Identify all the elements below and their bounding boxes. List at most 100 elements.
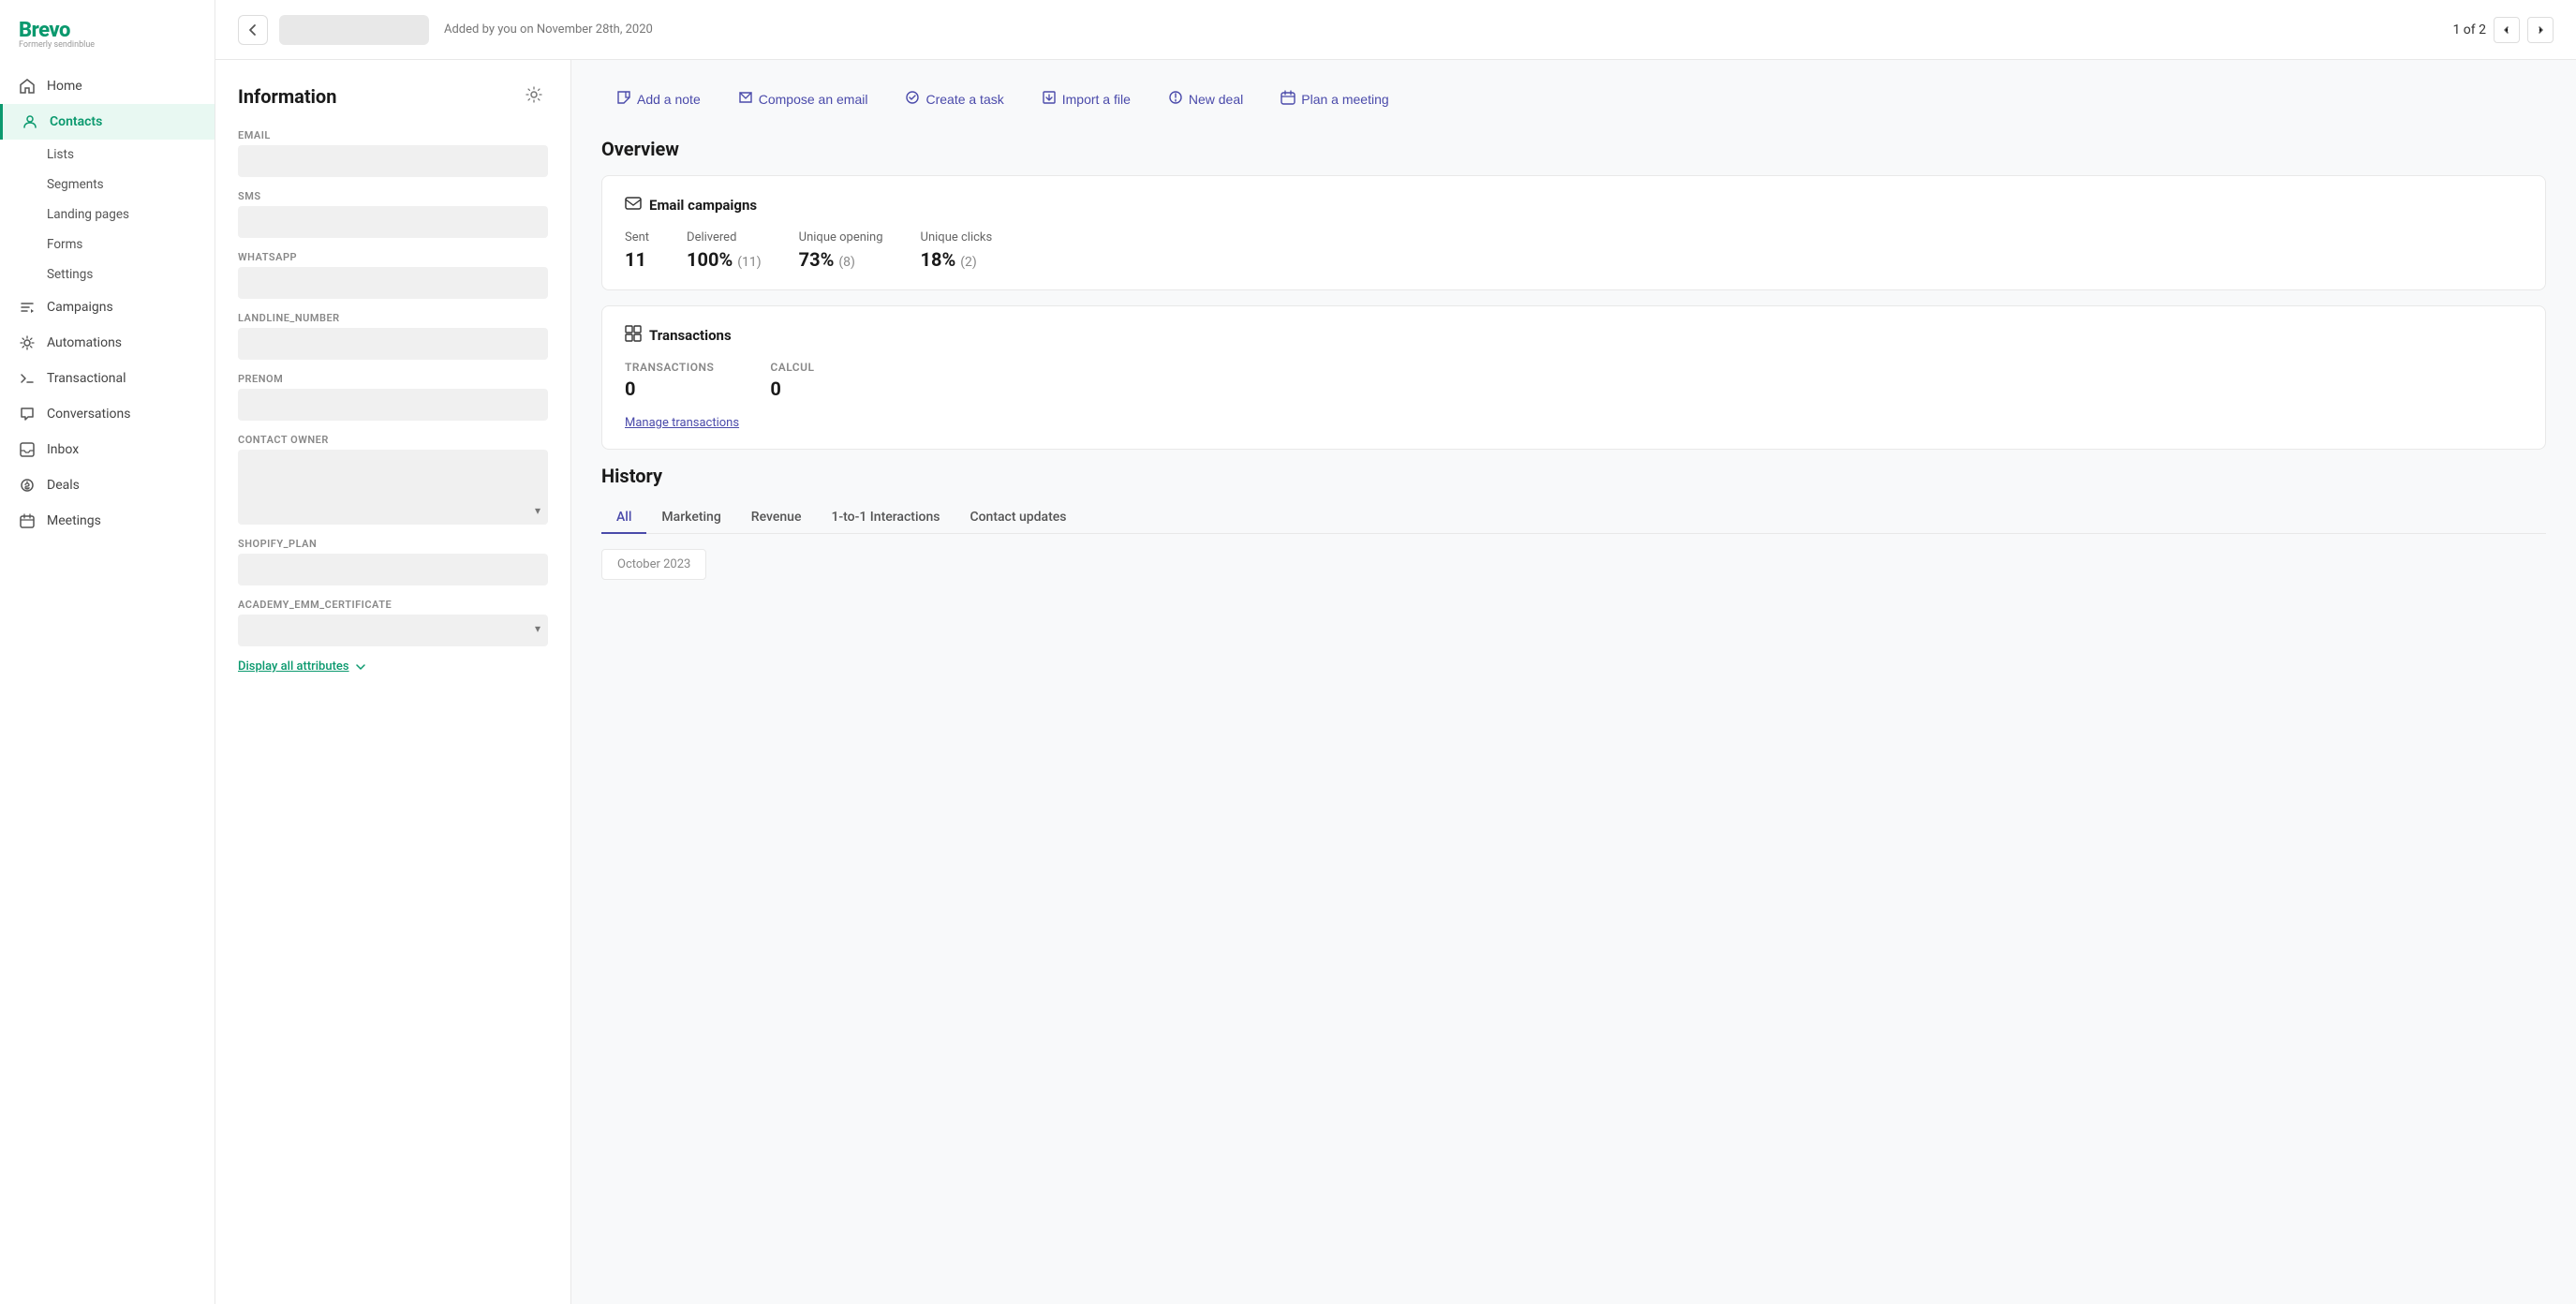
stat-unique-clicks: Unique clicks 18% (2) bbox=[921, 230, 993, 271]
field-contact-owner-label: CONTACT OWNER bbox=[238, 434, 548, 446]
sidebar-item-automations[interactable]: Automations bbox=[0, 325, 215, 361]
inbox-icon bbox=[19, 441, 36, 458]
field-academy-value[interactable] bbox=[238, 615, 548, 646]
back-button[interactable] bbox=[238, 15, 268, 45]
info-panel: Information EMAIL SMS WHATSAPP bbox=[215, 60, 571, 1304]
sidebar-nav: Home Contacts Lists Segments Landing pag… bbox=[0, 65, 215, 1304]
stat-sent-value: 11 bbox=[625, 248, 649, 271]
new-deal-button[interactable]: New deal bbox=[1153, 82, 1258, 115]
field-landline: LANDLINE_NUMBER bbox=[238, 312, 548, 360]
sidebar-item-landing-pages[interactable]: Landing pages bbox=[0, 200, 215, 230]
history-tab-interactions[interactable]: 1-to-1 Interactions bbox=[816, 502, 955, 534]
transactions-title: Transactions bbox=[649, 327, 732, 344]
transactional-icon bbox=[19, 370, 36, 387]
stat-unique-clicks-label: Unique clicks bbox=[921, 230, 993, 244]
campaigns-icon bbox=[19, 299, 36, 316]
transactions-header: Transactions bbox=[625, 325, 2523, 346]
content-area: Information EMAIL SMS WHATSAPP bbox=[215, 60, 2576, 1304]
sidebar-item-home[interactable]: Home bbox=[0, 68, 215, 104]
sidebar-item-transactional[interactable]: Transactional bbox=[0, 361, 215, 396]
academy-dropdown-arrow-icon: ▾ bbox=[535, 622, 540, 635]
field-contact-owner-dropdown[interactable]: ▾ bbox=[238, 450, 548, 525]
logo: Brevo Formerly sendinblue bbox=[0, 0, 215, 65]
prev-page-button[interactable] bbox=[2494, 17, 2520, 43]
field-sms-value[interactable] bbox=[238, 206, 548, 238]
meetings-icon bbox=[19, 512, 36, 529]
stat-unique-clicks-value: 18% (2) bbox=[921, 248, 993, 271]
automations-icon bbox=[19, 334, 36, 351]
info-title: Information bbox=[238, 85, 336, 108]
deals-icon bbox=[19, 477, 36, 494]
field-shopify-plan-label: SHOPIFY_PLAN bbox=[238, 538, 548, 550]
action-buttons: Add a note Compose an email Create a tas… bbox=[601, 82, 2546, 115]
gear-button[interactable] bbox=[520, 82, 548, 111]
sidebar-item-segments[interactable]: Segments bbox=[0, 170, 215, 200]
field-contact-owner: CONTACT OWNER ▾ bbox=[238, 434, 548, 525]
sidebar-item-campaigns[interactable]: Campaigns bbox=[0, 289, 215, 325]
stat-unique-opening-value: 73% (8) bbox=[799, 248, 883, 271]
field-sms-label: SMS bbox=[238, 190, 548, 202]
transactions-grid: TRANSACTIONS 0 CALCUL 0 bbox=[625, 361, 2523, 400]
field-landline-value[interactable] bbox=[238, 328, 548, 360]
sidebar: Brevo Formerly sendinblue Home Contacts … bbox=[0, 0, 215, 1304]
new-deal-icon bbox=[1168, 90, 1183, 108]
sidebar-item-conversations[interactable]: Conversations bbox=[0, 396, 215, 432]
field-whatsapp-value[interactable] bbox=[238, 267, 548, 299]
logo-sub: Formerly sendinblue bbox=[19, 40, 196, 50]
field-email-label: EMAIL bbox=[238, 129, 548, 141]
sidebar-item-transactional-label: Transactional bbox=[47, 371, 126, 386]
field-prenom: PRENOM bbox=[238, 373, 548, 421]
home-icon bbox=[19, 78, 36, 95]
add-note-icon bbox=[616, 90, 631, 108]
sidebar-item-campaigns-label: Campaigns bbox=[47, 300, 113, 315]
overview-section: Overview Email campaigns Sent bbox=[601, 138, 2546, 450]
transaction-label-0: TRANSACTIONS bbox=[625, 361, 714, 374]
field-shopify-plan-value[interactable] bbox=[238, 554, 548, 585]
sidebar-item-meetings[interactable]: Meetings bbox=[0, 503, 215, 539]
plan-meeting-button[interactable]: Plan a meeting bbox=[1266, 82, 1403, 115]
transaction-value-0: 0 bbox=[625, 378, 714, 400]
sidebar-item-deals[interactable]: Deals bbox=[0, 467, 215, 503]
manage-transactions-link[interactable]: Manage transactions bbox=[625, 416, 739, 430]
right-panel: Add a note Compose an email Create a tas… bbox=[571, 60, 2576, 1304]
display-all-button[interactable]: Display all attributes bbox=[238, 659, 548, 674]
email-campaigns-icon bbox=[625, 195, 642, 215]
sidebar-item-deals-label: Deals bbox=[47, 478, 80, 493]
transaction-value-1: 0 bbox=[770, 378, 814, 400]
conversations-icon bbox=[19, 406, 36, 422]
field-academy: ACADEMY_EMM_CERTIFICATE ▾ bbox=[238, 599, 548, 646]
history-tab-contact-updates[interactable]: Contact updates bbox=[955, 502, 1081, 534]
field-prenom-value[interactable] bbox=[238, 389, 548, 421]
email-campaigns-header: Email campaigns bbox=[625, 195, 2523, 215]
pagination: 1 of 2 bbox=[2452, 17, 2554, 43]
logo-text: Brevo bbox=[19, 19, 196, 42]
sidebar-item-meetings-label: Meetings bbox=[47, 513, 101, 528]
field-shopify-plan: SHOPIFY_PLAN bbox=[238, 538, 548, 585]
compose-email-icon bbox=[738, 90, 753, 108]
contact-name-bar bbox=[279, 15, 429, 45]
field-email-value[interactable] bbox=[238, 145, 548, 177]
sidebar-item-contacts-label: Contacts bbox=[50, 114, 102, 129]
field-whatsapp: WHATSAPP bbox=[238, 251, 548, 299]
history-tab-revenue[interactable]: Revenue bbox=[736, 502, 817, 534]
history-tab-marketing[interactable]: Marketing bbox=[646, 502, 735, 534]
next-page-button[interactable] bbox=[2527, 17, 2554, 43]
sidebar-item-settings[interactable]: Settings bbox=[0, 259, 215, 289]
add-note-button[interactable]: Add a note bbox=[601, 82, 716, 115]
sidebar-item-contacts[interactable]: Contacts bbox=[0, 104, 215, 140]
transaction-label-1: CALCUL bbox=[770, 361, 814, 374]
compose-email-button[interactable]: Compose an email bbox=[723, 82, 883, 115]
stat-delivered: Delivered 100% (11) bbox=[687, 230, 762, 271]
stat-sent-label: Sent bbox=[625, 230, 649, 244]
import-file-button[interactable]: Import a file bbox=[1027, 82, 1146, 115]
create-task-icon bbox=[905, 90, 920, 108]
info-header: Information bbox=[238, 82, 548, 111]
history-tab-all[interactable]: All bbox=[601, 502, 646, 534]
create-task-button[interactable]: Create a task bbox=[890, 82, 1018, 115]
stat-delivered-label: Delivered bbox=[687, 230, 762, 244]
sidebar-item-forms[interactable]: Forms bbox=[0, 230, 215, 259]
transaction-item-0: TRANSACTIONS 0 bbox=[625, 361, 714, 400]
stat-delivered-value: 100% (11) bbox=[687, 248, 762, 271]
sidebar-item-inbox[interactable]: Inbox bbox=[0, 432, 215, 467]
sidebar-item-lists[interactable]: Lists bbox=[0, 140, 215, 170]
